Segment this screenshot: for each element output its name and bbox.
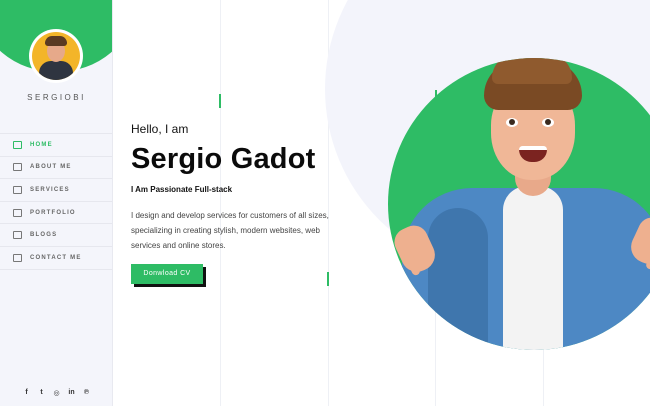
greeting: Hello, I am	[131, 122, 189, 136]
nav-item-about-me[interactable]: ABOUT ME	[0, 157, 112, 180]
accent-bar	[327, 272, 329, 286]
home-icon	[13, 140, 22, 149]
nav-label: SERVICES	[30, 186, 70, 193]
nav-item-contact-me[interactable]: CONTACT ME	[0, 247, 112, 270]
sidebar: SERGIOBI HOME ABOUT ME SERVICES PORTFOLI…	[0, 0, 113, 406]
blog-icon	[13, 231, 22, 240]
social-links: f t ◎ in ℗	[0, 389, 112, 397]
hero-description: I design and develop services for custom…	[131, 211, 329, 250]
nav-item-services[interactable]: SERVICES	[0, 179, 112, 202]
sidebar-nav: HOME ABOUT ME SERVICES PORTFOLIO BLOGS C…	[0, 133, 112, 270]
hero-section: Hello, I am Sergio Gadot I Am Passionate…	[113, 0, 650, 406]
nav-label: ABOUT ME	[30, 164, 72, 171]
hero-name: Sergio Gadot	[131, 143, 316, 175]
services-icon	[13, 185, 22, 194]
nav-item-blogs[interactable]: BLOGS	[0, 224, 112, 247]
portfolio-icon	[13, 208, 22, 217]
grid-line	[220, 0, 221, 406]
nav-label: HOME	[30, 141, 53, 148]
download-cv-button[interactable]: Donwload CV	[131, 264, 203, 284]
linkedin-icon[interactable]: in	[68, 389, 76, 397]
person-illustration	[388, 58, 650, 350]
nav-label: PORTFOLIO	[30, 209, 76, 216]
accent-bar	[219, 94, 221, 108]
tagline: I Am Passionate Full-stack	[131, 185, 233, 194]
instagram-icon[interactable]: ◎	[53, 389, 61, 397]
nav-item-portfolio[interactable]: PORTFOLIO	[0, 202, 112, 225]
nav-item-home[interactable]: HOME	[0, 134, 112, 157]
nav-label: BLOGS	[30, 232, 58, 239]
facebook-icon[interactable]: f	[23, 389, 31, 397]
pinterest-icon[interactable]: ℗	[83, 389, 91, 397]
hero-image	[388, 58, 650, 350]
brand-name[interactable]: SERGIOBI	[0, 93, 112, 102]
avatar-image	[32, 32, 80, 80]
contact-icon	[13, 253, 22, 262]
twitter-icon[interactable]: t	[38, 389, 46, 397]
id-card-icon	[13, 163, 22, 172]
avatar[interactable]	[29, 29, 83, 83]
nav-label: CONTACT ME	[30, 254, 82, 261]
